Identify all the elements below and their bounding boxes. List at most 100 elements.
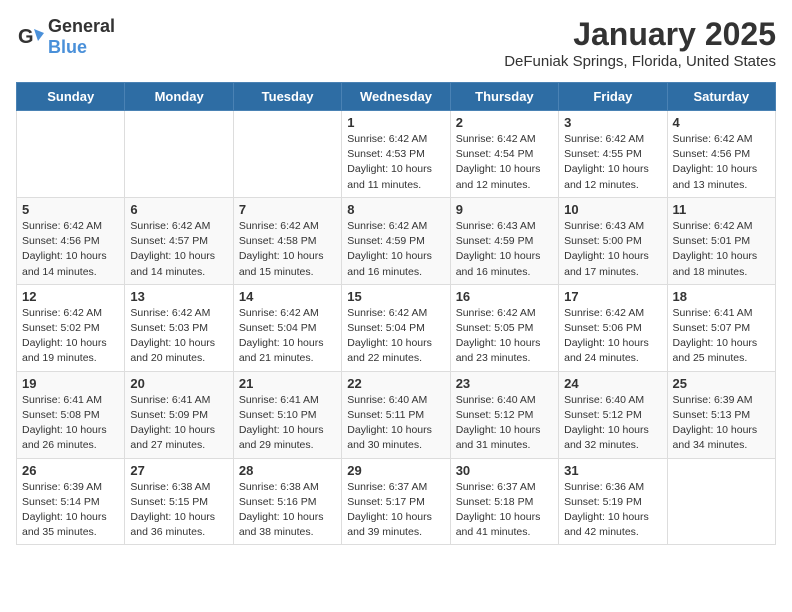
day-info: Sunrise: 6:42 AM Sunset: 5:04 PM Dayligh… <box>239 306 336 367</box>
calendar-cell <box>17 111 125 198</box>
day-info: Sunrise: 6:42 AM Sunset: 5:02 PM Dayligh… <box>22 306 119 367</box>
calendar-cell: 5 Sunrise: 6:42 AM Sunset: 4:56 PM Daylig… <box>17 197 125 284</box>
day-number: 16 <box>456 289 553 304</box>
calendar-cell: 20 Sunrise: 6:41 AM Sunset: 5:09 PM Dayli… <box>125 371 233 458</box>
calendar-cell: 23 Sunrise: 6:40 AM Sunset: 5:12 PM Dayli… <box>450 371 558 458</box>
calendar-cell: 7 Sunrise: 6:42 AM Sunset: 4:58 PM Daylig… <box>233 197 341 284</box>
day-info: Sunrise: 6:40 AM Sunset: 5:12 PM Dayligh… <box>456 393 553 454</box>
month-title: January 2025 <box>504 16 776 53</box>
day-number: 25 <box>673 376 770 391</box>
weekday-header-cell: Monday <box>125 83 233 111</box>
day-info: Sunrise: 6:42 AM Sunset: 4:56 PM Dayligh… <box>22 219 119 280</box>
calendar-cell: 24Sunrise: 6:40 AM Sunset: 5:12 PM Dayli… <box>559 371 667 458</box>
calendar-cell: 12 Sunrise: 6:42 AM Sunset: 5:02 PM Dayli… <box>17 284 125 371</box>
calendar-week-row: 12 Sunrise: 6:42 AM Sunset: 5:02 PM Dayli… <box>17 284 776 371</box>
calendar-cell: 1Sunrise: 6:42 AM Sunset: 4:53 PM Daylig… <box>342 111 450 198</box>
day-info: Sunrise: 6:41 AM Sunset: 5:07 PM Dayligh… <box>673 306 770 367</box>
day-info: Sunrise: 6:42 AM Sunset: 4:55 PM Dayligh… <box>564 132 661 193</box>
logo-blue: Blue <box>48 37 87 57</box>
day-number: 14 <box>239 289 336 304</box>
logo: G General Blue <box>16 16 115 58</box>
calendar-cell: 14 Sunrise: 6:42 AM Sunset: 5:04 PM Dayli… <box>233 284 341 371</box>
day-info: Sunrise: 6:39 AM Sunset: 5:14 PM Dayligh… <box>22 480 119 541</box>
calendar-cell: 9 Sunrise: 6:43 AM Sunset: 4:59 PM Daylig… <box>450 197 558 284</box>
day-info: Sunrise: 6:42 AM Sunset: 5:04 PM Dayligh… <box>347 306 444 367</box>
calendar-cell <box>125 111 233 198</box>
weekday-header-row: SundayMondayTuesdayWednesdayThursdayFrid… <box>17 83 776 111</box>
calendar-cell: 22 Sunrise: 6:40 AM Sunset: 5:11 PM Dayli… <box>342 371 450 458</box>
day-number: 13 <box>130 289 227 304</box>
day-number: 21 <box>239 376 336 391</box>
title-area: January 2025 DeFuniak Springs, Florida, … <box>504 16 776 70</box>
calendar-cell: 19 Sunrise: 6:41 AM Sunset: 5:08 PM Dayli… <box>17 371 125 458</box>
logo-icon: G <box>16 23 44 51</box>
calendar-cell: 30 Sunrise: 6:37 AM Sunset: 5:18 PM Dayli… <box>450 458 558 545</box>
day-number: 26 <box>22 463 119 478</box>
day-info: Sunrise: 6:43 AM Sunset: 4:59 PM Dayligh… <box>456 219 553 280</box>
day-info: Sunrise: 6:40 AM Sunset: 5:11 PM Dayligh… <box>347 393 444 454</box>
day-number: 10 <box>564 202 661 217</box>
calendar-cell: 18Sunrise: 6:41 AM Sunset: 5:07 PM Dayli… <box>667 284 775 371</box>
calendar-week-row: 19 Sunrise: 6:41 AM Sunset: 5:08 PM Dayli… <box>17 371 776 458</box>
calendar-cell: 13 Sunrise: 6:42 AM Sunset: 5:03 PM Dayli… <box>125 284 233 371</box>
day-info: Sunrise: 6:38 AM Sunset: 5:16 PM Dayligh… <box>239 480 336 541</box>
calendar-cell: 4 Sunrise: 6:42 AM Sunset: 4:56 PM Daylig… <box>667 111 775 198</box>
day-info: Sunrise: 6:42 AM Sunset: 4:57 PM Dayligh… <box>130 219 227 280</box>
day-number: 20 <box>130 376 227 391</box>
day-info: Sunrise: 6:41 AM Sunset: 5:10 PM Dayligh… <box>239 393 336 454</box>
day-info: Sunrise: 6:42 AM Sunset: 4:54 PM Dayligh… <box>456 132 553 193</box>
calendar-cell: 29Sunrise: 6:37 AM Sunset: 5:17 PM Dayli… <box>342 458 450 545</box>
day-number: 8 <box>347 202 444 217</box>
day-number: 23 <box>456 376 553 391</box>
day-number: 3 <box>564 115 661 130</box>
day-number: 30 <box>456 463 553 478</box>
day-info: Sunrise: 6:41 AM Sunset: 5:09 PM Dayligh… <box>130 393 227 454</box>
calendar-cell <box>233 111 341 198</box>
day-number: 6 <box>130 202 227 217</box>
day-number: 17 <box>564 289 661 304</box>
day-number: 12 <box>22 289 119 304</box>
day-info: Sunrise: 6:42 AM Sunset: 4:53 PM Dayligh… <box>347 132 444 193</box>
location-title: DeFuniak Springs, Florida, United States <box>504 53 776 70</box>
calendar-cell: 17 Sunrise: 6:42 AM Sunset: 5:06 PM Dayli… <box>559 284 667 371</box>
day-info: Sunrise: 6:43 AM Sunset: 5:00 PM Dayligh… <box>564 219 661 280</box>
day-number: 31 <box>564 463 661 478</box>
calendar-cell: 8 Sunrise: 6:42 AM Sunset: 4:59 PM Daylig… <box>342 197 450 284</box>
weekday-header-cell: Saturday <box>667 83 775 111</box>
day-number: 2 <box>456 115 553 130</box>
calendar-cell: 25Sunrise: 6:39 AM Sunset: 5:13 PM Dayli… <box>667 371 775 458</box>
day-number: 19 <box>22 376 119 391</box>
day-info: Sunrise: 6:42 AM Sunset: 5:03 PM Dayligh… <box>130 306 227 367</box>
day-number: 5 <box>22 202 119 217</box>
calendar-cell: 28 Sunrise: 6:38 AM Sunset: 5:16 PM Dayli… <box>233 458 341 545</box>
day-info: Sunrise: 6:37 AM Sunset: 5:18 PM Dayligh… <box>456 480 553 541</box>
day-info: Sunrise: 6:37 AM Sunset: 5:17 PM Dayligh… <box>347 480 444 541</box>
day-number: 24 <box>564 376 661 391</box>
calendar-cell: 31Sunrise: 6:36 AM Sunset: 5:19 PM Dayli… <box>559 458 667 545</box>
day-number: 9 <box>456 202 553 217</box>
day-number: 7 <box>239 202 336 217</box>
day-info: Sunrise: 6:42 AM Sunset: 4:58 PM Dayligh… <box>239 219 336 280</box>
day-number: 11 <box>673 202 770 217</box>
day-number: 22 <box>347 376 444 391</box>
day-number: 27 <box>130 463 227 478</box>
day-info: Sunrise: 6:42 AM Sunset: 5:05 PM Dayligh… <box>456 306 553 367</box>
calendar-cell: 16 Sunrise: 6:42 AM Sunset: 5:05 PM Dayli… <box>450 284 558 371</box>
calendar-cell <box>667 458 775 545</box>
calendar-week-row: 1Sunrise: 6:42 AM Sunset: 4:53 PM Daylig… <box>17 111 776 198</box>
day-info: Sunrise: 6:42 AM Sunset: 4:59 PM Dayligh… <box>347 219 444 280</box>
calendar-cell: 21 Sunrise: 6:41 AM Sunset: 5:10 PM Dayli… <box>233 371 341 458</box>
calendar-cell: 3 Sunrise: 6:42 AM Sunset: 4:55 PM Daylig… <box>559 111 667 198</box>
weekday-header-cell: Tuesday <box>233 83 341 111</box>
day-number: 4 <box>673 115 770 130</box>
day-number: 15 <box>347 289 444 304</box>
day-info: Sunrise: 6:42 AM Sunset: 5:06 PM Dayligh… <box>564 306 661 367</box>
calendar-cell: 27Sunrise: 6:38 AM Sunset: 5:15 PM Dayli… <box>125 458 233 545</box>
weekday-header-cell: Sunday <box>17 83 125 111</box>
calendar-week-row: 26 Sunrise: 6:39 AM Sunset: 5:14 PM Dayli… <box>17 458 776 545</box>
day-info: Sunrise: 6:41 AM Sunset: 5:08 PM Dayligh… <box>22 393 119 454</box>
weekday-header-cell: Wednesday <box>342 83 450 111</box>
day-number: 28 <box>239 463 336 478</box>
day-info: Sunrise: 6:42 AM Sunset: 4:56 PM Dayligh… <box>673 132 770 193</box>
calendar-cell: 15 Sunrise: 6:42 AM Sunset: 5:04 PM Dayli… <box>342 284 450 371</box>
